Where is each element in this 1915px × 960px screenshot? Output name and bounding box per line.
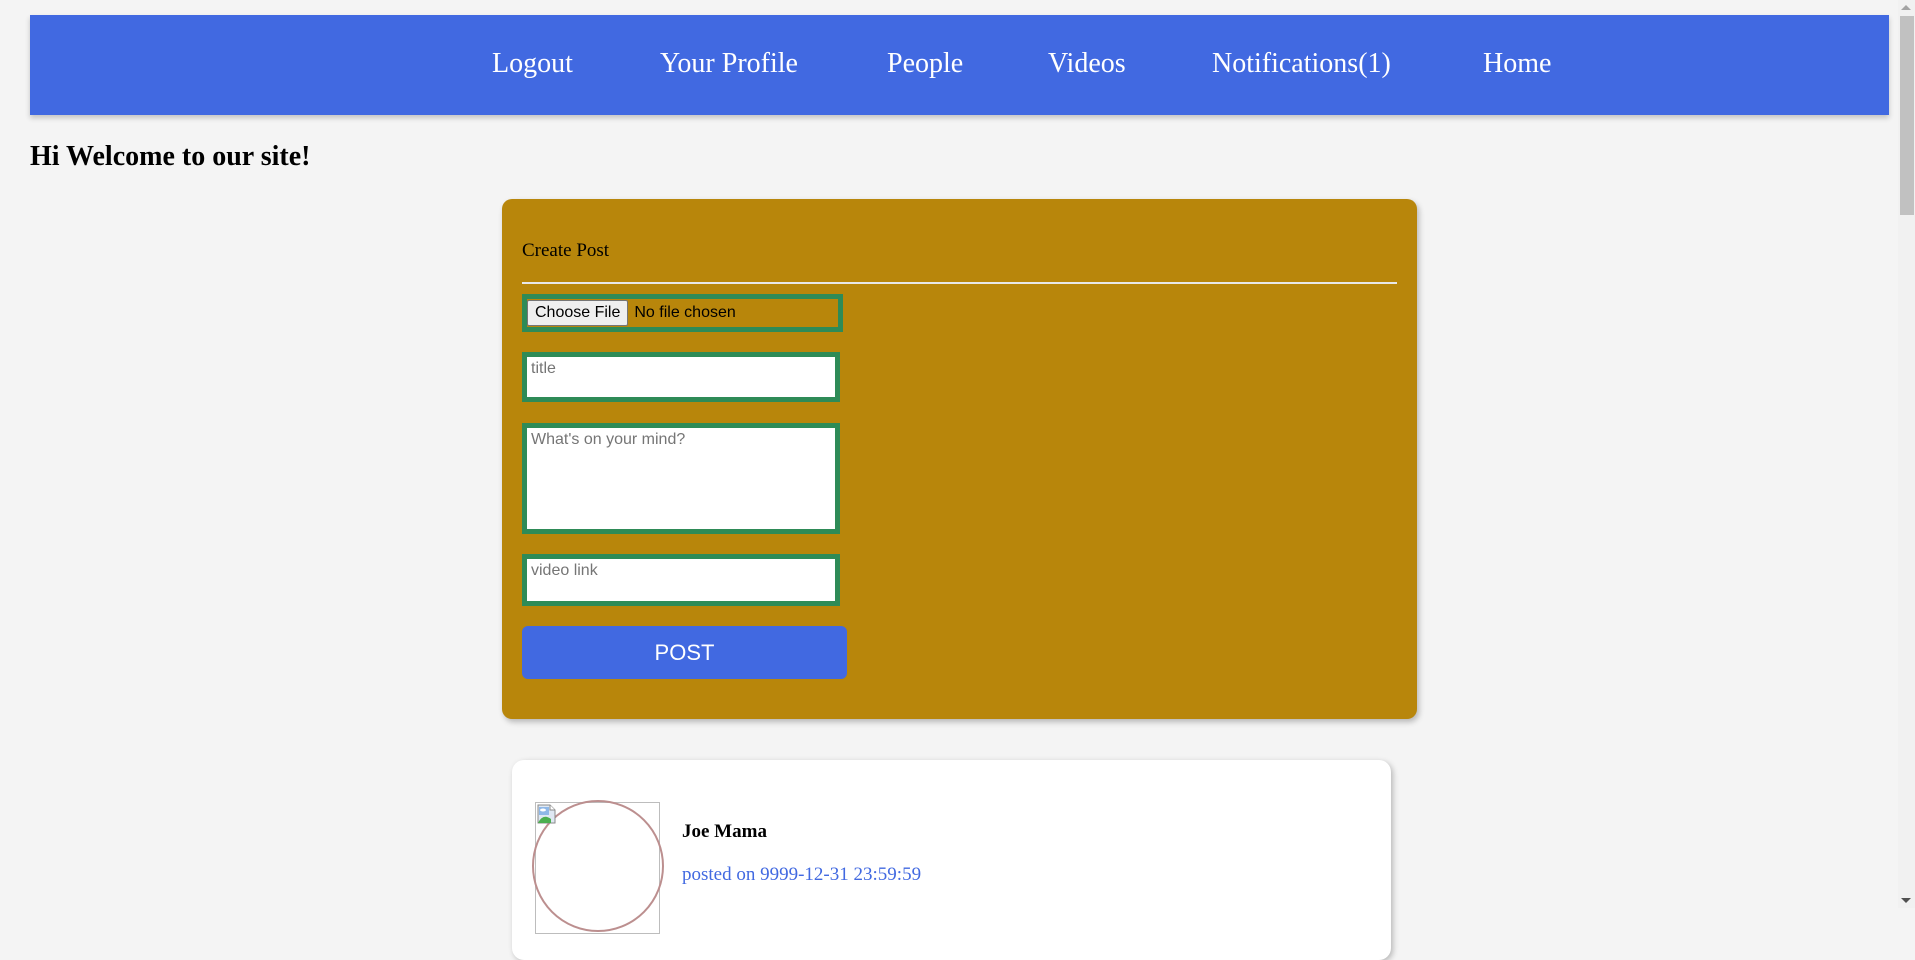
post-body-textarea[interactable] — [522, 423, 840, 534]
file-input[interactable]: Choose File No file chosen — [522, 294, 843, 332]
post-date: posted on 9999-12-31 23:59:59 — [682, 864, 922, 885]
divider — [522, 282, 1397, 284]
post-button[interactable]: POST — [522, 626, 847, 679]
post-card: Joe Mama posted on 9999-12-31 23:59:59 — [512, 760, 1391, 960]
file-status: No file chosen — [634, 304, 736, 321]
create-post-card: Create Post Choose File No file chosen P… — [502, 199, 1417, 719]
nav-your-profile[interactable]: Your Profile — [660, 48, 798, 80]
broken-image-icon — [537, 804, 556, 824]
welcome-heading: Hi Welcome to our site! — [30, 141, 311, 172]
video-link-input[interactable] — [522, 554, 840, 606]
nav-videos[interactable]: Videos — [1048, 48, 1126, 80]
scrollbar[interactable] — [1898, 0, 1915, 908]
nav-people[interactable]: People — [887, 48, 963, 80]
scroll-down-arrow-icon[interactable] — [1901, 898, 1911, 903]
choose-file-button[interactable]: Choose File — [527, 300, 629, 326]
nav-home[interactable]: Home — [1483, 48, 1551, 80]
post-author[interactable]: Joe Mama — [682, 820, 767, 844]
create-post-title: Create Post — [522, 240, 610, 261]
nav-logout[interactable]: Logout — [492, 48, 573, 80]
scroll-up-arrow-icon[interactable] — [1901, 5, 1911, 10]
nav-notifications[interactable]: Notifications(1) — [1212, 48, 1391, 80]
scrollbar-thumb[interactable] — [1900, 16, 1914, 215]
title-input[interactable] — [522, 352, 840, 402]
navbar: Logout Your Profile People Videos Notifi… — [30, 15, 1889, 115]
